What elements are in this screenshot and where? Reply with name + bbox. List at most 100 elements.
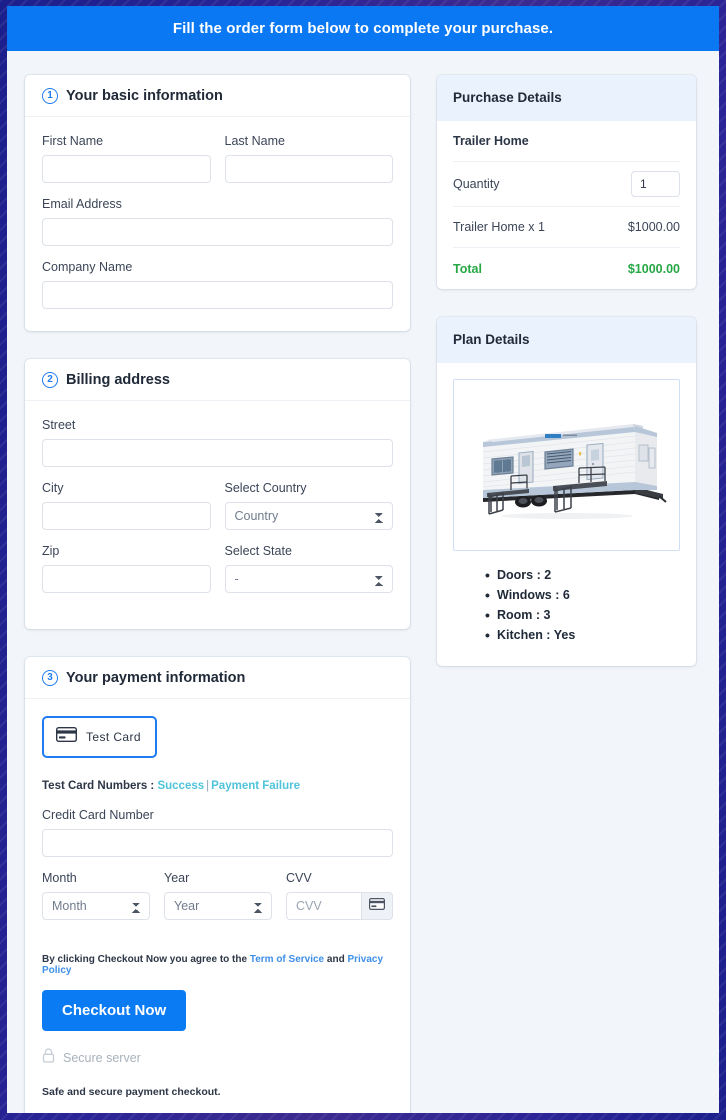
plan-image-frame	[453, 379, 680, 551]
credit-card-number-label: Credit Card Number	[42, 808, 154, 822]
purchase-details-body: Trailer Home Quantity Trailer Home x 1 $…	[437, 121, 696, 289]
product-name: Trailer Home	[453, 134, 529, 148]
first-name-input[interactable]	[42, 155, 211, 183]
list-item: Doors : 2	[485, 567, 696, 583]
list-item: Windows : 6	[485, 587, 696, 603]
form-column: 1 Your basic information First Name Last…	[25, 75, 410, 1113]
list-item: Kitchen : Yes	[485, 627, 696, 643]
street-input[interactable]	[42, 439, 393, 467]
checkout-now-button[interactable]: Checkout Now	[42, 990, 187, 1031]
credit-card-icon	[369, 897, 386, 915]
street-field: Street	[42, 418, 393, 467]
state-label: Select State	[224, 544, 292, 558]
billing-address-card: 2 Billing address Street City Select Cou…	[25, 359, 410, 629]
street-label: Street	[42, 418, 76, 432]
secure-server-row: Secure server	[42, 1048, 393, 1068]
basic-information-header: 1 Your basic information	[25, 75, 410, 117]
credit-card-icon	[55, 726, 78, 747]
secure-server-text: Secure server	[63, 1051, 141, 1065]
last-name-input[interactable]	[224, 155, 393, 183]
step-number-badge: 3	[42, 670, 58, 686]
total-row: Total $1000.00	[453, 248, 680, 289]
credit-card-number-input[interactable]	[42, 829, 393, 857]
terms-middle: and	[324, 954, 348, 965]
total-value: $1000.00	[627, 261, 680, 276]
cvv-help-button[interactable]	[361, 892, 393, 920]
purchase-details-header: Purchase Details	[437, 75, 696, 121]
payment-information-body: Test Card Test Card Numbers : Success | Pa…	[25, 699, 410, 1113]
company-field: Company Name	[42, 260, 393, 309]
product-name-row: Trailer Home	[453, 121, 680, 162]
line-item-value: $1000.00	[627, 220, 680, 234]
city-label: City	[42, 481, 64, 495]
line-item-row: Trailer Home x 1 $1000.00	[453, 207, 680, 248]
plan-details-header: Plan Details	[437, 317, 696, 363]
month-select[interactable]: Month	[42, 892, 150, 920]
email-input[interactable]	[42, 218, 393, 246]
cvv-input-group	[286, 892, 393, 920]
month-field: Month Month	[42, 871, 150, 920]
total-label: Total	[453, 261, 482, 276]
zip-state-row: Zip Select State -	[42, 544, 393, 607]
zip-input[interactable]	[42, 565, 211, 593]
checkout-footnote: Safe and secure payment checkout.	[42, 1086, 221, 1098]
year-select[interactable]: Year	[164, 892, 272, 920]
purchase-details-title: Purchase Details	[453, 90, 562, 105]
list-item: Room : 3	[485, 607, 696, 623]
banner-text: Fill the order form below to complete yo…	[172, 20, 554, 37]
cvv-field: CVV	[286, 871, 393, 934]
quantity-input[interactable]	[631, 171, 680, 197]
payment-information-header: 3 Your payment information	[25, 657, 410, 699]
payment-failure-card-link[interactable]: Payment Failure	[211, 780, 300, 792]
state-select[interactable]: -	[224, 565, 393, 593]
terms-of-service-link[interactable]: Term of Service	[250, 954, 324, 965]
basic-information-body: First Name Last Name Email Address Compa…	[25, 117, 410, 331]
email-field: Email Address	[42, 197, 393, 246]
lock-icon	[42, 1048, 55, 1068]
name-row: First Name Last Name	[42, 134, 393, 197]
first-name-label: First Name	[42, 134, 104, 148]
checkout-page: Fill the order form below to complete yo…	[7, 6, 719, 1113]
test-card-method-tile[interactable]: Test Card	[42, 716, 157, 758]
test-card-method-label: Test Card	[86, 730, 141, 744]
plan-details-title: Plan Details	[453, 332, 530, 347]
terms-prefix: By clicking Checkout Now you agree to th…	[42, 954, 250, 965]
billing-address-title: Billing address	[66, 372, 170, 388]
first-name-field: First Name	[42, 134, 211, 183]
basic-information-title: Your basic information	[66, 88, 223, 104]
year-field: Year Year	[164, 871, 272, 920]
email-label: Email Address	[42, 197, 122, 211]
trailer-home-photo	[466, 390, 667, 540]
summary-column: Purchase Details Trailer Home Quantity T…	[437, 75, 696, 694]
cvv-input[interactable]	[286, 892, 361, 920]
cvv-label: CVV	[286, 871, 312, 885]
last-name-label: Last Name	[224, 134, 285, 148]
country-field: Select Country Country	[224, 481, 393, 530]
credit-card-number-field: Credit Card Number	[42, 808, 393, 857]
city-input[interactable]	[42, 502, 211, 530]
country-select[interactable]: Country	[224, 502, 393, 530]
company-input[interactable]	[42, 281, 393, 309]
line-item-label: Trailer Home x 1	[453, 220, 545, 234]
basic-information-card: 1 Your basic information First Name Last…	[25, 75, 410, 331]
year-label: Year	[164, 871, 190, 885]
billing-address-header: 2 Billing address	[25, 359, 410, 401]
page-content: 1 Your basic information First Name Last…	[7, 51, 719, 1113]
zip-label: Zip	[42, 544, 60, 558]
success-card-link[interactable]: Success	[157, 780, 204, 792]
zip-field: Zip	[42, 544, 211, 593]
step-number-badge: 2	[42, 372, 58, 388]
terms-text: By clicking Checkout Now you agree to th…	[42, 954, 393, 976]
quantity-row: Quantity	[453, 162, 680, 207]
quantity-label: Quantity	[453, 177, 500, 191]
payment-information-card: 3 Your payment information Test Card Tes…	[25, 657, 410, 1113]
plan-details-panel: Plan Details • Doors: 2 • Windows: 6 •…	[437, 317, 696, 666]
test-card-numbers-prefix: Test Card Numbers :	[42, 780, 158, 792]
page-banner: Fill the order form below to complete yo…	[7, 6, 719, 51]
last-name-field: Last Name	[224, 134, 393, 183]
plan-specs-list: Doors : 2 Windows : 6 Room : 3 Kitchen :…	[437, 567, 696, 643]
city-field: City	[42, 481, 211, 530]
payment-information-title: Your payment information	[66, 670, 246, 686]
month-label: Month	[42, 871, 77, 885]
billing-address-body: Street City Select Country Country Zip S…	[25, 401, 410, 629]
